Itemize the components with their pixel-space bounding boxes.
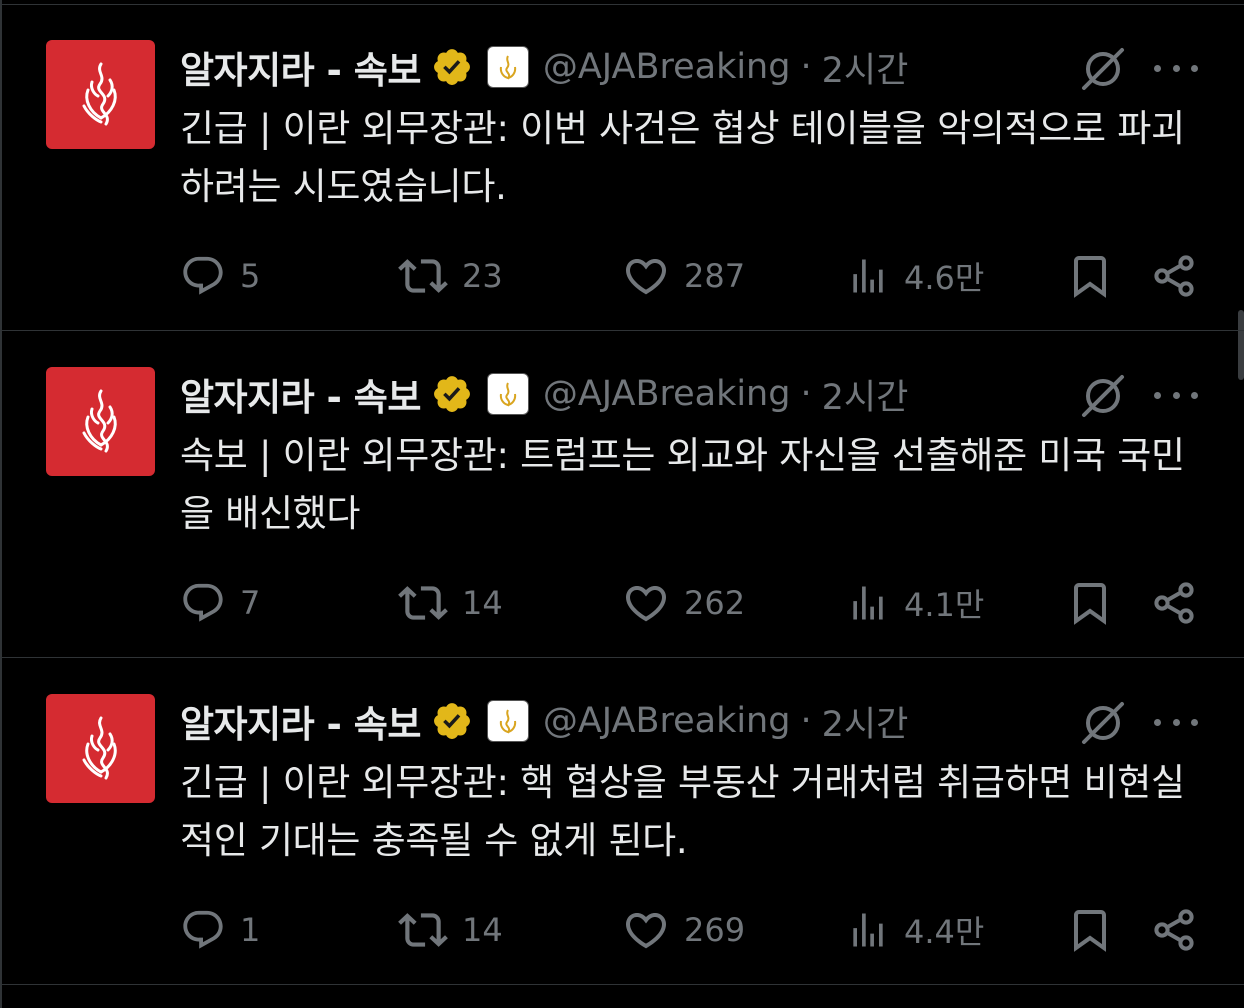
retweet-button[interactable]: 14	[398, 900, 503, 960]
views-icon	[853, 586, 883, 620]
like-count: 269	[684, 911, 746, 949]
reply-count: 1	[240, 911, 261, 949]
grok-icon[interactable]	[1078, 44, 1128, 94]
like-button[interactable]: 269	[622, 900, 745, 960]
like-icon	[625, 259, 667, 295]
like-button[interactable]: 262	[622, 573, 745, 633]
author-handle[interactable]: @AJABreaking	[543, 374, 791, 414]
tweet-header: 알자지라 - 속보 @AJABreaking · 2시간	[180, 696, 908, 746]
divider	[0, 984, 1244, 985]
views-count: 4.6만	[904, 259, 985, 297]
verified-badge-icon	[433, 376, 470, 412]
avatar[interactable]	[46, 40, 155, 149]
views-button[interactable]: 4.1만	[846, 573, 984, 633]
bookmark-icon	[1074, 910, 1106, 952]
bookmark-icon	[1074, 583, 1106, 625]
retweet-count: 14	[462, 584, 503, 622]
verified-badge-icon	[433, 703, 470, 739]
bookmark-button[interactable]	[1066, 900, 1114, 960]
share-icon	[1154, 255, 1194, 297]
grok-icon[interactable]	[1078, 698, 1128, 748]
share-button[interactable]	[1150, 573, 1198, 633]
affiliation-badge-icon[interactable]	[486, 700, 529, 742]
reply-icon	[183, 583, 223, 622]
tweet-header: 알자지라 - 속보 @AJABreaking · 2시간	[180, 42, 908, 92]
tweet[interactable]: 알자지라 - 속보 @AJABreaking · 2시간 긴급 | 이란 외무장…	[0, 4, 1244, 331]
like-count: 262	[684, 584, 746, 622]
author-handle[interactable]: @AJABreaking	[543, 47, 791, 87]
retweet-button[interactable]: 14	[398, 573, 503, 633]
like-button[interactable]: 287	[622, 246, 745, 306]
affiliation-badge-icon[interactable]	[486, 373, 529, 415]
retweet-icon	[398, 259, 448, 293]
reply-button[interactable]: 1	[180, 900, 260, 960]
tweet-text: 긴급 | 이란 외무장관: 핵 협상을 부동산 거래처럼 취급하면 비현실적인 …	[180, 761, 1185, 862]
retweet-count: 23	[462, 257, 503, 295]
reply-button[interactable]: 7	[180, 573, 260, 633]
views-icon	[853, 259, 883, 293]
share-icon	[1154, 909, 1194, 951]
share-icon	[1154, 582, 1194, 624]
more-icon[interactable]	[1154, 710, 1198, 734]
bookmark-icon	[1074, 256, 1106, 298]
retweet-icon	[398, 586, 448, 620]
al-jazeera-logo	[82, 389, 117, 452]
tweet[interactable]: 알자지라 - 속보 @AJABreaking · 2시간 긴급 | 이란 외무장…	[0, 658, 1244, 985]
retweet-count: 14	[462, 911, 503, 949]
verified-badge-icon	[433, 49, 470, 85]
views-button[interactable]: 4.6만	[846, 246, 984, 306]
reply-icon	[183, 910, 223, 949]
bookmark-button[interactable]	[1066, 246, 1114, 306]
views-button[interactable]: 4.4만	[846, 900, 984, 960]
tweet[interactable]: 알자지라 - 속보 @AJABreaking · 2시간 속보 | 이란 외무장…	[0, 331, 1244, 658]
views-count: 4.4만	[904, 913, 985, 951]
action-bar: 5 23 287 4.6만	[0, 246, 1244, 306]
author-name[interactable]: 알자지라 - 속보	[180, 694, 421, 748]
like-icon	[625, 913, 667, 949]
timestamp[interactable]: 2시간	[822, 369, 909, 420]
views-icon	[853, 913, 883, 947]
reply-icon	[183, 256, 223, 295]
retweet-button[interactable]: 23	[398, 246, 503, 306]
author-name[interactable]: 알자지라 - 속보	[180, 367, 421, 421]
avatar[interactable]	[46, 367, 155, 476]
reply-button[interactable]: 5	[180, 246, 260, 306]
separator-dot: ·	[800, 701, 812, 741]
retweet-icon	[398, 913, 448, 947]
affiliation-badge-icon[interactable]	[486, 46, 529, 88]
tweet-header: 알자지라 - 속보 @AJABreaking · 2시간	[180, 369, 908, 419]
tweet-text: 속보 | 이란 외무장관: 트럼프는 외교와 자신을 선출해준 미국 국민을 배…	[180, 434, 1185, 535]
action-bar: 1 14 269 4.4만	[0, 900, 1244, 960]
al-jazeera-logo	[82, 716, 117, 779]
author-handle[interactable]: @AJABreaking	[543, 701, 791, 741]
timestamp[interactable]: 2시간	[822, 696, 909, 747]
share-button[interactable]	[1150, 246, 1198, 306]
action-bar: 7 14 262 4.1만	[0, 573, 1244, 633]
more-icon[interactable]	[1154, 56, 1198, 80]
reply-count: 7	[240, 584, 261, 622]
separator-dot: ·	[800, 47, 812, 87]
like-count: 287	[684, 257, 746, 295]
tweet-text: 긴급 | 이란 외무장관: 이번 사건은 협상 테이블을 악의적으로 파괴하려는…	[180, 107, 1185, 208]
more-icon[interactable]	[1154, 383, 1198, 407]
share-button[interactable]	[1150, 900, 1198, 960]
reply-count: 5	[240, 257, 261, 295]
author-name[interactable]: 알자지라 - 속보	[180, 40, 421, 94]
timeline: 알자지라 - 속보 @AJABreaking · 2시간 긴급 | 이란 외무장…	[0, 0, 1244, 1008]
avatar[interactable]	[46, 694, 155, 803]
separator-dot: ·	[800, 374, 812, 414]
like-icon	[625, 586, 667, 622]
al-jazeera-logo	[82, 62, 117, 125]
timestamp[interactable]: 2시간	[822, 42, 909, 93]
views-count: 4.1만	[904, 586, 985, 624]
bookmark-button[interactable]	[1066, 573, 1114, 633]
grok-icon[interactable]	[1078, 371, 1128, 421]
